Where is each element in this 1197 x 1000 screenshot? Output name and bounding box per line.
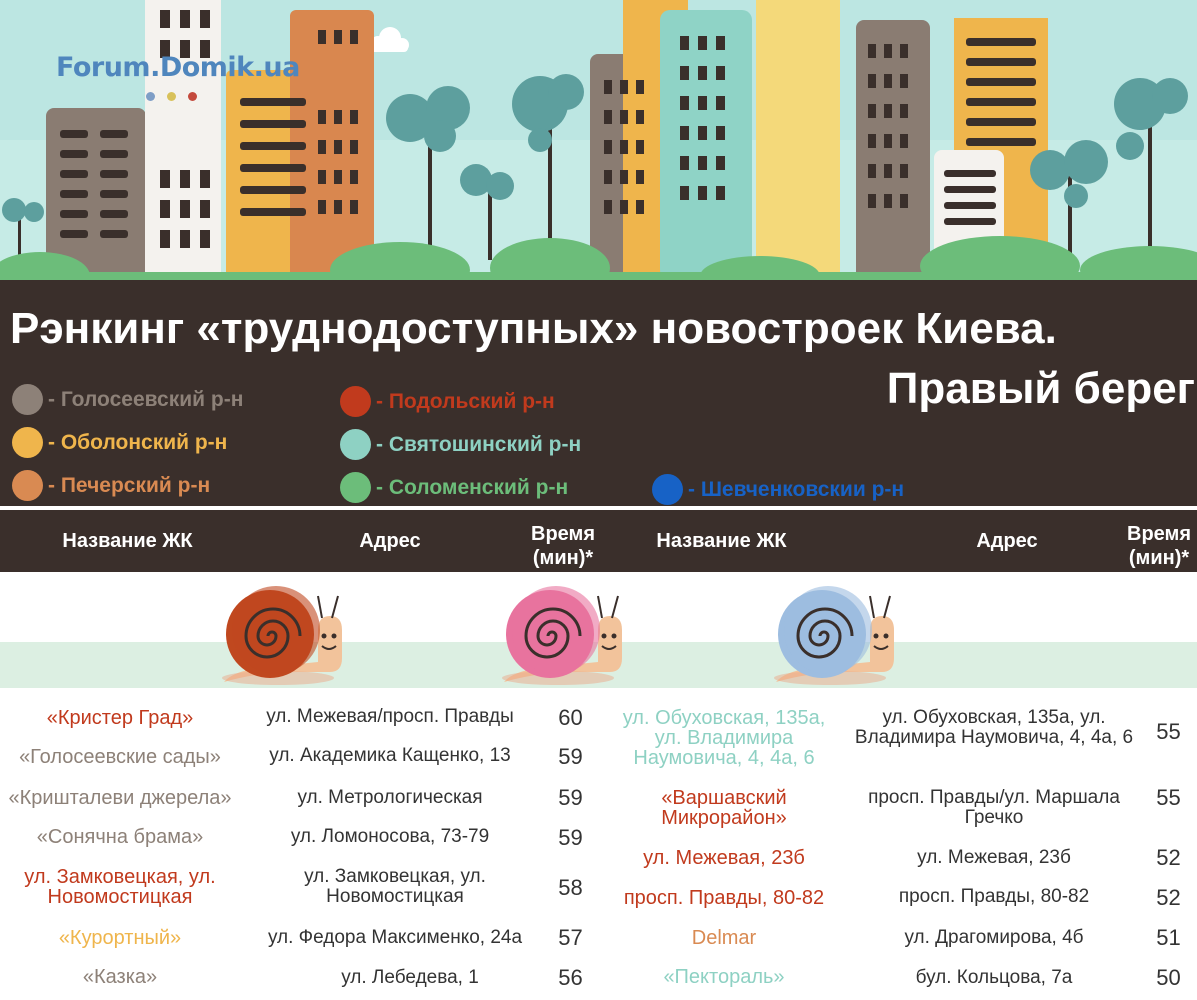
logo-dot: [146, 92, 155, 101]
complex-address: ул. Академика Кащенко, 13: [269, 745, 511, 766]
complex-address: просп. Правды, 80-82: [898, 886, 1090, 907]
complex-name: «Казка»: [82, 966, 158, 988]
complex-address: ул. Ломоносова, 73-79: [290, 826, 490, 847]
complex-name: ул. Замковецкая, ул. Новомостицкая: [24, 866, 216, 908]
ranking-table: «Кристер Град» ул. Межевая/просп. Правды…: [0, 700, 1197, 1000]
page-title: Рэнкинг «труднодоступных» новостроек Кие…: [10, 304, 1057, 353]
district-color-dot: [340, 386, 371, 417]
legend-item-shevchenkivskyi: - Шевченковскии р-н: [652, 474, 904, 505]
travel-time: 58: [558, 875, 583, 900]
header-time-right: Время (мин)*: [1127, 523, 1191, 569]
city-skyline-illustration: [0, 0, 1197, 280]
complex-address: ул. Драгомирова, 4б: [904, 927, 1084, 948]
travel-time: 52: [1156, 885, 1181, 910]
complex-address: просп. Правды/ул. Маршала Гречко: [868, 787, 1120, 828]
complex-name: «Курортный»: [58, 927, 182, 949]
travel-time: 55: [1156, 719, 1181, 744]
page-subtitle: Правый берег: [886, 364, 1195, 413]
district-color-dot: [652, 474, 683, 505]
travel-time: 56: [558, 965, 583, 990]
legend-item-sviatoshynskyi: - Святошинский р-н: [340, 429, 581, 460]
district-color-dot: [340, 472, 371, 503]
logo-dots: [146, 88, 209, 106]
district-color-dot: [12, 427, 43, 458]
complex-name: ул. Обуховская, 135а, ул. Владимира Наум…: [622, 707, 826, 769]
header-name-right: Название ЖК: [656, 530, 787, 552]
logo-dot: [188, 92, 197, 101]
complex-name: «Пектораль»: [663, 966, 785, 988]
header-time-left: Время (мин)*: [531, 523, 595, 569]
table-header: Название ЖК Адрес Время (мин)* Название …: [0, 510, 1197, 572]
snail-band: [0, 572, 1197, 688]
complex-address: ул. Межевая, 23б: [917, 847, 1071, 868]
legend-item-podilskyi: - Подольский р-н: [340, 386, 555, 417]
district-color-dot: [12, 470, 43, 501]
complex-name: Delmar: [691, 927, 757, 949]
travel-time: 51: [1156, 925, 1181, 950]
snail-icon: [774, 586, 894, 685]
travel-time: 59: [558, 744, 583, 769]
legend-label: - Святошинский р-н: [376, 432, 582, 456]
complex-name: «Кришталеви джерела»: [8, 787, 232, 809]
complex-address: бул. Кольцова, 7а: [915, 967, 1073, 988]
title-block: Рэнкинг «труднодоступных» новостроек Кие…: [0, 280, 1197, 506]
complex-name: просп. Правды, 80-82: [623, 887, 825, 909]
complex-name: «Голосеевские сады»: [19, 746, 221, 768]
complex-name: «Сонячна брама»: [36, 826, 204, 848]
header-address-left: Адрес: [359, 530, 421, 552]
legend-item-pecherskyi: - Печерский р-н: [12, 470, 210, 501]
legend-item-solomianskyi: - Соломенский р-н: [340, 472, 568, 503]
complex-address: ул. Межевая/просп. Правды: [266, 706, 514, 727]
legend-label: - Оболонский р-н: [48, 430, 228, 454]
complex-address: ул. Замковецкая, ул. Новомостицкая: [304, 866, 486, 907]
travel-time: 59: [558, 785, 583, 810]
travel-time: 50: [1156, 965, 1181, 990]
travel-time: 52: [1156, 845, 1181, 870]
legend-label: - Голосеевский р-н: [48, 387, 244, 411]
site-logo: Forum.Domik.ua: [56, 52, 300, 83]
city-banner: Forum.Domik.ua: [0, 0, 1197, 280]
travel-time: 55: [1156, 785, 1181, 810]
legend-item-obolonskyi: - Оболонский р-н: [12, 427, 227, 458]
legend-label: - Печерский р-н: [48, 473, 211, 497]
logo-dot: [167, 92, 176, 101]
complex-address: ул. Метрологическая: [297, 787, 483, 808]
snail-icon: [222, 586, 342, 685]
travel-time: 60: [558, 705, 583, 730]
district-color-dot: [340, 429, 371, 460]
complex-address: ул. Обуховская, 135а, ул. Владимира Наум…: [854, 707, 1134, 748]
legend-item-holosiivskyi: - Голосеевский р-н: [12, 384, 243, 415]
header-name-left: Название ЖК: [62, 530, 193, 552]
complex-name: «Кристер Град»: [46, 707, 194, 729]
snail-icon: [502, 586, 622, 685]
travel-time: 59: [558, 825, 583, 850]
legend-label: - Соломенский р-н: [376, 475, 569, 499]
complex-address: ул. Лебедева, 1: [341, 967, 479, 988]
district-color-dot: [12, 384, 43, 415]
travel-time: 57: [558, 925, 583, 950]
legend-label: - Шевченковскии р-н: [688, 477, 905, 501]
header-address-right: Адрес: [976, 530, 1038, 552]
legend-label: - Подольский р-н: [376, 389, 555, 413]
complex-name: ул. Межевая, 23б: [643, 847, 805, 869]
complex-address: ул. Федора Максименко, 24а: [267, 927, 523, 948]
complex-name: «Варшавский Микрорайон»: [661, 787, 787, 829]
